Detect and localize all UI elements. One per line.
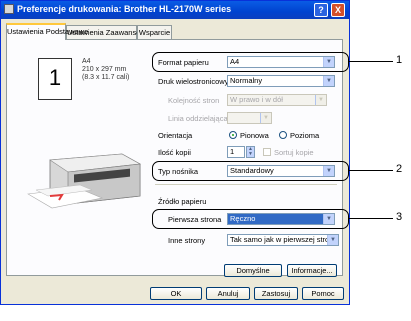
cancel-button[interactable]: Anuluj: [206, 287, 250, 300]
page-order-select[interactable]: W prawo i w dół ▼: [227, 94, 327, 106]
callout-number-1: 1: [396, 54, 403, 66]
landscape-radio[interactable]: [279, 131, 287, 139]
copies-stepper[interactable]: ▲ ▼: [246, 146, 255, 158]
title-bar[interactable]: Preferencje drukowania: Brother HL-2170W…: [1, 1, 349, 19]
tab-basic[interactable]: Ustawienia Podstawowe: [6, 23, 88, 40]
chevron-down-icon: ▼: [260, 113, 271, 123]
printer-illustration: [27, 153, 141, 209]
ok-button[interactable]: OK: [150, 287, 202, 300]
portrait-radio[interactable]: [229, 131, 237, 139]
callout-line-3: [349, 218, 393, 219]
page-layout-preview: 1: [38, 58, 72, 100]
close-button[interactable]: X: [331, 3, 345, 17]
callout-line-1: [349, 61, 393, 62]
callout-number-2: 2: [396, 163, 403, 175]
callout-number-3: 3: [396, 211, 403, 223]
help-title-button[interactable]: ?: [314, 3, 328, 17]
multiple-page-value: Normalny: [230, 76, 263, 85]
chevron-down-icon: ▼: [327, 235, 338, 245]
multiple-page-select[interactable]: Normalny ▼: [227, 75, 335, 87]
other-pages-label: Inne strony: [168, 236, 206, 245]
paper-size-inches: (8.3 x 11.7 cali): [82, 74, 130, 81]
collate-label: Sortuj kopie: [274, 148, 314, 157]
window-title: Preferencje drukowania: Brother HL-2170W…: [17, 4, 232, 14]
landscape-label: Pozioma: [290, 131, 320, 140]
border-line-select[interactable]: ▼: [227, 112, 272, 124]
orientation-label: Orientacja: [158, 131, 193, 140]
copies-input[interactable]: 1: [227, 146, 245, 158]
callout-oval-3: [152, 209, 349, 229]
chevron-down-icon: ▼: [323, 76, 334, 86]
about-button[interactable]: Informacje...: [287, 264, 337, 277]
callout-line-2: [349, 170, 393, 171]
page-number: 1: [48, 65, 62, 90]
tab-support[interactable]: Wsparcie: [137, 25, 172, 39]
paper-source-heading: Źródło papieru: [158, 197, 207, 206]
copies-label: Ilość kopii: [158, 148, 191, 157]
other-pages-select[interactable]: Tak samo jak w pierwszej stronie ▼: [227, 234, 339, 246]
paper-size-name: A4: [82, 58, 91, 65]
other-pages-value: Tak samo jak w pierwszej stronie: [230, 235, 339, 244]
apply-button[interactable]: Zastosuj: [254, 287, 298, 300]
page-order-value: W prawo i w dół: [230, 95, 283, 104]
multiple-page-label: Druk wielostronicowy: [158, 77, 229, 86]
printer-icon: [4, 4, 14, 14]
callout-oval-1: [152, 52, 349, 72]
portrait-label: Pionowa: [240, 131, 269, 140]
help-button[interactable]: Pomoc: [302, 287, 344, 300]
collate-checkbox[interactable]: [263, 148, 271, 156]
chevron-down-icon: ▼: [315, 95, 326, 105]
page-order-label: Kolejność stron: [168, 96, 220, 105]
divider: [155, 184, 337, 185]
default-button[interactable]: Domyślne: [224, 264, 282, 277]
border-line-label: Linia oddzielająca: [168, 114, 228, 123]
paper-size-mm: 210 x 297 mm: [82, 66, 127, 73]
callout-oval-2: [152, 161, 349, 181]
